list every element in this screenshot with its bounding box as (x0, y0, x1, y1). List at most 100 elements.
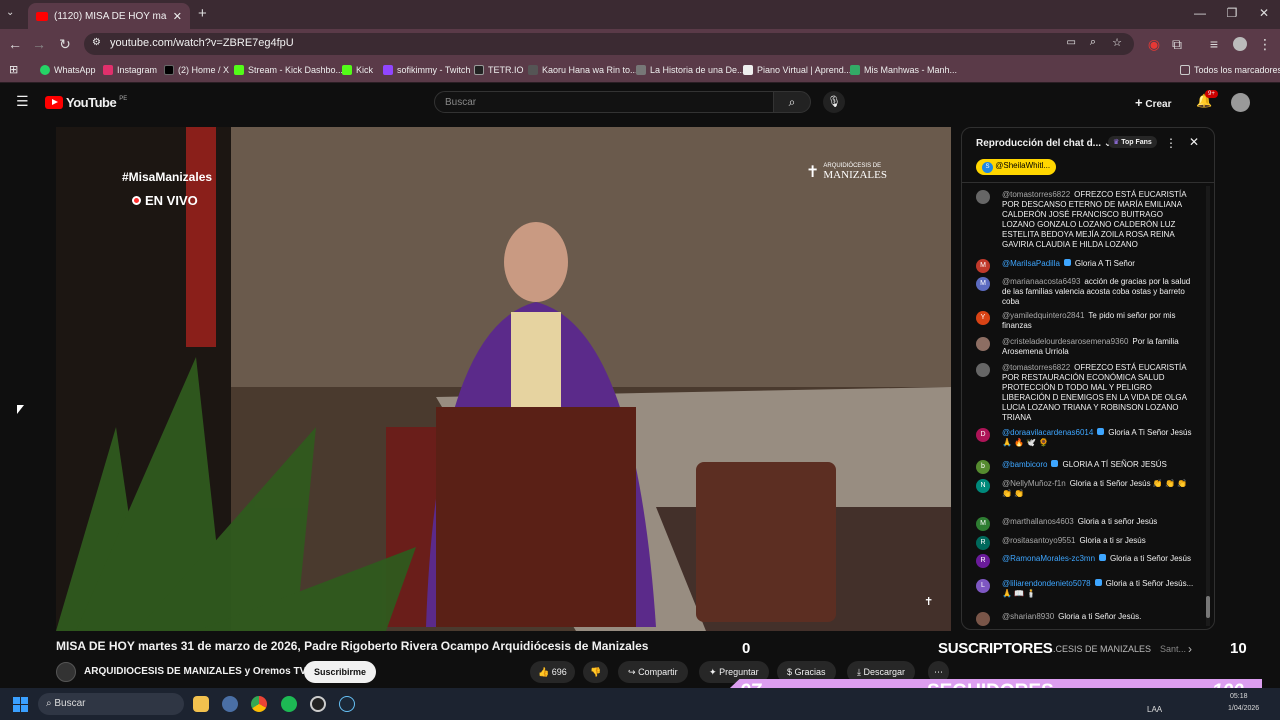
minimize-button[interactable]: — (1185, 6, 1215, 20)
chat-avatar[interactable]: M (976, 277, 990, 291)
video-chip-1[interactable]: ...CESIS DE MANIZALES (1048, 644, 1151, 654)
chat-message[interactable]: Y @yamiledquintero2841 Te pido mi señor po… (976, 311, 1198, 331)
video-player[interactable]: #MisaManizales EN VIVO ✝ ARQUIDIÓCESIS D… (56, 127, 951, 631)
notifications-button[interactable]: 🔔 9+ (1196, 90, 1218, 109)
chat-message[interactable]: M @marthallanos4603 Gloria a ti señor Jesú… (976, 517, 1198, 531)
voice-search-button[interactable]: 🎙 (823, 91, 845, 113)
channel-name[interactable]: ARQUIDIOCESIS DE MANIZALES y Oremos TV (84, 666, 306, 677)
bookmark-x[interactable]: (2) Home / X (164, 65, 229, 75)
clock-time[interactable]: 05:18 (1230, 693, 1248, 700)
bookmark-manhwas[interactable]: Mis Manhwas - Manh... (850, 65, 957, 75)
chat-message[interactable]: @tomastorres6822 OFREZCO ESTÁ EUCARISTÍA … (976, 190, 1198, 250)
chat-message[interactable]: @tomastorres6822 OFREZCO ESTÁ EUCARISTÍA … (976, 363, 1198, 423)
chat-username[interactable]: @bambicoro (1002, 460, 1047, 469)
chat-avatar[interactable]: M (976, 517, 990, 531)
subscribe-button[interactable]: Suscribirme (304, 661, 377, 683)
chat-avatar[interactable] (976, 337, 990, 351)
close-chat-icon[interactable]: ✕ (1189, 135, 1199, 149)
bookmark-tetrio[interactable]: TETR.IO (474, 65, 524, 75)
extension-badge-icon[interactable]: ◉ (1145, 36, 1163, 53)
share-button[interactable]: ↪ Compartir (618, 661, 688, 683)
chat-message[interactable]: M @marianaacosta6493 acción de gracias por… (976, 277, 1198, 307)
chat-username[interactable]: @marthallanos4603 (1002, 517, 1074, 526)
bookmark-historia[interactable]: La Historia de una De... (636, 65, 745, 75)
chat-avatar[interactable] (976, 363, 990, 377)
bookmark-piano[interactable]: Piano Virtual | Aprend... (743, 65, 851, 75)
chat-menu-icon[interactable]: ⋮ (1165, 136, 1177, 150)
search-button[interactable]: ⌕ (773, 91, 811, 113)
chat-avatar[interactable]: L (976, 579, 990, 593)
file-explorer-icon[interactable] (193, 696, 209, 712)
dislike-button[interactable]: 👎 (583, 661, 609, 683)
zoom-icon[interactable]: ⌕ (1090, 36, 1096, 49)
chat-username[interactable]: @sharian8930 (1002, 612, 1054, 621)
chat-message[interactable]: D @doraavilacardenas6014 Gloria A Ti Señor… (976, 428, 1198, 448)
chat-avatar[interactable]: M (976, 259, 990, 273)
like-button[interactable]: 👍 696 (530, 661, 575, 683)
chat-avatar[interactable]: N (976, 479, 990, 493)
pinned-user-chip[interactable]: S @SheilaWhitl... (976, 159, 1057, 175)
clock-date[interactable]: 1/04/2026 (1228, 705, 1259, 712)
spotify-icon[interactable] (281, 696, 297, 712)
maximize-button[interactable]: ❐ (1217, 6, 1247, 20)
chat-message[interactable]: N @NellyMuñoz-f1n Gloria a ti Señor Jesús … (976, 479, 1198, 499)
forward-icon[interactable]: → (30, 36, 48, 52)
chat-avatar[interactable]: R (976, 536, 990, 550)
language-indicator[interactable]: LAA (1147, 705, 1162, 714)
close-window-button[interactable]: ✕ (1249, 6, 1279, 20)
video-chip-2[interactable]: Sant... (1160, 644, 1186, 654)
chat-username[interactable]: @cristeladelourdesarosemena9360 (1002, 337, 1128, 346)
bookmark-kaoru[interactable]: Kaoru Hana wa Rin to... (528, 65, 638, 75)
chat-avatar[interactable]: D (976, 428, 990, 442)
all-bookmarks-folder[interactable]: Todos los marcadores (1180, 65, 1280, 75)
reading-list-icon[interactable]: ≡ (1205, 36, 1223, 52)
bookmark-kick-dashboard[interactable]: Stream - Kick Dashbo... (234, 65, 343, 75)
chat-avatar[interactable]: b (976, 460, 990, 474)
create-button[interactable]: + Crear (1135, 95, 1172, 110)
chat-avatar[interactable]: R (976, 554, 990, 568)
chat-scrollbar[interactable] (1206, 186, 1210, 626)
chat-message[interactable]: R @rositasantoyo9551 Gloria a ti sr Jesús (976, 536, 1198, 550)
top-fans-chip[interactable]: ♛ Top Fans (1108, 136, 1157, 148)
bookmark-whatsapp[interactable]: WhatsApp (40, 65, 96, 75)
back-icon[interactable]: ← (6, 36, 24, 52)
profile-avatar[interactable] (1233, 37, 1247, 51)
chat-username[interactable]: @yamiledquintero2841 (1002, 311, 1084, 320)
chat-message[interactable]: L @liliarendondenieto5078 Gloria a ti Seño… (976, 579, 1198, 599)
taskbar-search[interactable]: ⌕ Buscar (38, 693, 184, 715)
steam-icon[interactable] (339, 696, 355, 712)
cast-icon[interactable]: ▭ (1067, 37, 1076, 48)
account-avatar[interactable] (1231, 93, 1250, 112)
chat-message[interactable]: M @MarilsaPadilla Gloria A Ti Señor (976, 259, 1198, 273)
bookmark-kick[interactable]: Kick (342, 65, 373, 75)
new-tab-button[interactable]: + (198, 5, 207, 22)
search-input[interactable]: Buscar (434, 91, 774, 113)
chat-username[interactable]: @liliarendondenieto5078 (1002, 579, 1091, 588)
chevron-right-icon[interactable]: › (1188, 642, 1192, 656)
chat-username[interactable]: @MarilsaPadilla (1002, 259, 1060, 268)
windows-start-icon[interactable] (13, 697, 28, 712)
chat-username[interactable]: @NellyMuñoz-f1n (1002, 479, 1066, 488)
apps-icon[interactable]: ⊞ (9, 63, 18, 76)
chat-username[interactable]: @marianaacosta6493 (1002, 277, 1080, 286)
chrome-icon[interactable] (251, 696, 267, 712)
chat-message[interactable]: @sharian8930 Gloria a ti Señor Jesús. (976, 612, 1198, 626)
bookmark-twitch[interactable]: sofikimmy - Twitch (383, 65, 470, 75)
site-info-icon[interactable]: ⚙ (92, 37, 101, 48)
chat-username[interactable]: @RamonaMorales-zc3mn (1002, 554, 1095, 563)
chat-username[interactable]: @doraavilacardenas6014 (1002, 428, 1093, 437)
address-bar[interactable]: ⚙ youtube.com/watch?v=ZBRE7eg4fpU ▭ ⌕ ☆ (84, 33, 1134, 55)
channel-avatar[interactable] (56, 662, 76, 682)
bookmark-instagram[interactable]: Instagram (103, 65, 157, 75)
chat-avatar[interactable]: Y (976, 311, 990, 325)
youtube-logo[interactable]: YouTube PE (45, 95, 127, 110)
chat-username[interactable]: @rositasantoyo9551 (1002, 536, 1076, 545)
hamburger-menu-icon[interactable]: ☰ (16, 93, 29, 110)
close-tab-icon[interactable]: ✕ (173, 10, 182, 23)
settings-icon[interactable] (222, 696, 238, 712)
chat-avatar[interactable] (976, 612, 990, 626)
reload-icon[interactable]: ↻ (56, 36, 74, 53)
browser-menu-icon[interactable]: ⋮ (1256, 36, 1274, 53)
scrollbar-thumb[interactable] (1206, 596, 1210, 618)
chat-username[interactable]: @tomastorres6822 (1002, 190, 1070, 199)
